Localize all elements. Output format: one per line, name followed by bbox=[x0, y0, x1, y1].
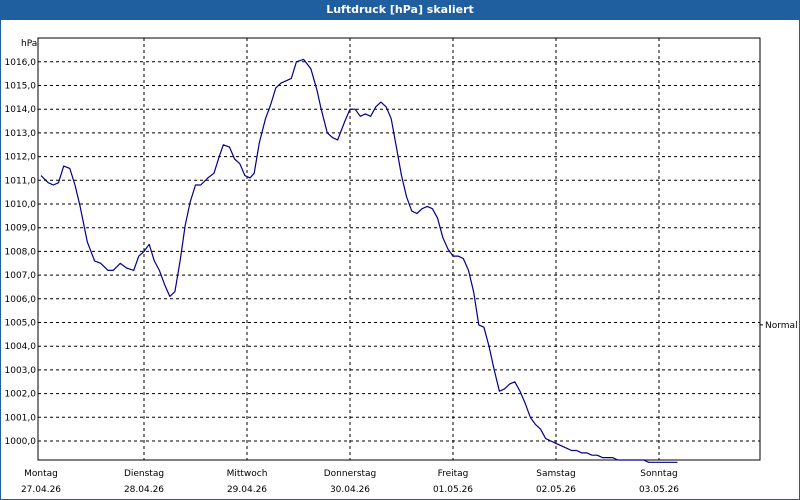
y-tick-label: 1002,0 bbox=[5, 390, 37, 400]
y-tick-label: 1013,0 bbox=[5, 129, 37, 139]
y-tick-label: 1004,0 bbox=[5, 342, 37, 352]
x-tick-date: 28.04.26 bbox=[124, 485, 164, 495]
y-tick-label: 1011,0 bbox=[5, 176, 37, 186]
x-tick-day: Montag bbox=[24, 469, 58, 479]
x-tick-date: 03.05.26 bbox=[639, 485, 679, 495]
y-tick-label: 1000,0 bbox=[5, 437, 37, 447]
y-tick-label: 1010,0 bbox=[5, 200, 37, 210]
y-tick-label: 1008,0 bbox=[5, 247, 37, 257]
x-tick-day: Samstag bbox=[536, 469, 575, 479]
x-tick-date: 30.04.26 bbox=[330, 485, 370, 495]
y-tick-label: 1009,0 bbox=[5, 224, 37, 234]
x-tick-day: Sonntag bbox=[640, 469, 677, 479]
y-axis-ticks: 1000,0 1001,0 1002,0 1003,0 1004,0 1005,0 1006… bbox=[5, 58, 37, 447]
x-tick-day: Freitag bbox=[438, 469, 469, 479]
y-tick-label: 1005,0 bbox=[5, 319, 37, 329]
series-line bbox=[40, 58, 678, 463]
x-tick-date: 29.04.26 bbox=[227, 485, 267, 495]
y-tick-label: 1003,0 bbox=[5, 366, 37, 376]
chart-plot: 1000,0 1001,0 1002,0 1003,0 1004,0 1005,0 1006… bbox=[5, 37, 798, 495]
x-tick-date: 01.05.26 bbox=[433, 485, 473, 495]
x-tick-date: 02.05.26 bbox=[536, 485, 576, 495]
y-tick-label: 1001,0 bbox=[5, 413, 37, 423]
y-tick-label: 1015,0 bbox=[5, 82, 37, 92]
x-tick-day: Mittwoch bbox=[227, 469, 268, 479]
series-layer bbox=[40, 58, 678, 463]
y-tick-label: 1006,0 bbox=[5, 295, 37, 305]
y-tick-label: 1012,0 bbox=[5, 153, 37, 163]
y-tick-label: 1014,0 bbox=[5, 105, 37, 115]
reference-line: Normal bbox=[760, 321, 798, 331]
y-tick-label: 1007,0 bbox=[5, 271, 37, 281]
x-axis-ticks: Montag 27.04.26 Dienstag 28.04.26 Mittwoch 29… bbox=[21, 469, 679, 495]
x-tick-day: Dienstag bbox=[124, 469, 164, 479]
y-axis-label: hPa bbox=[21, 39, 37, 49]
x-tick-day: Donnerstag bbox=[324, 469, 377, 479]
reference-label: Normal bbox=[765, 321, 798, 331]
x-tick-date: 27.04.26 bbox=[21, 485, 61, 495]
y-tick-label: 1016,0 bbox=[5, 58, 37, 68]
